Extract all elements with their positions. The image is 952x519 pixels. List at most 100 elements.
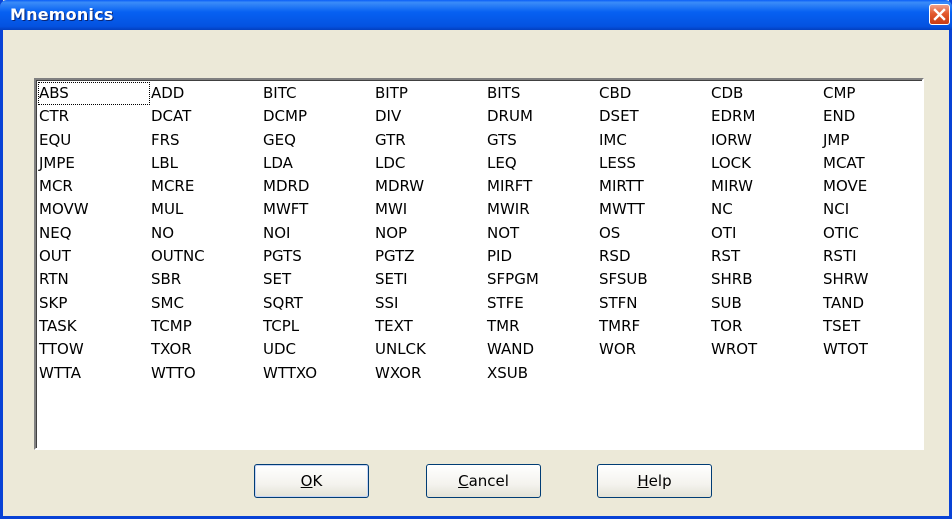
list-item[interactable]: MDRW — [374, 175, 486, 198]
list-item[interactable]: OTI — [710, 222, 822, 245]
list-item[interactable]: SSI — [374, 292, 486, 315]
list-item[interactable]: MCR — [38, 175, 150, 198]
list-item[interactable]: UNLCK — [374, 338, 486, 361]
list-item[interactable]: RSTI — [822, 245, 922, 268]
list-item[interactable]: DRUM — [486, 105, 598, 128]
list-item[interactable]: TOR — [710, 315, 822, 338]
list-item[interactable]: LBL — [150, 152, 262, 175]
list-item[interactable]: MCAT — [822, 152, 922, 175]
list-item[interactable]: MCRE — [150, 175, 262, 198]
list-item[interactable]: WTTXO — [262, 362, 374, 385]
list-item[interactable]: WAND — [486, 338, 598, 361]
list-item[interactable]: LOCK — [710, 152, 822, 175]
list-item[interactable]: NCI — [822, 198, 922, 221]
list-item[interactable]: MWTT — [598, 198, 710, 221]
list-item[interactable]: STFN — [598, 292, 710, 315]
list-item[interactable]: CTR — [38, 105, 150, 128]
list-item[interactable]: IORW — [710, 129, 822, 152]
list-item[interactable]: IMC — [598, 129, 710, 152]
list-item[interactable]: PGTS — [262, 245, 374, 268]
list-item[interactable]: SUB — [710, 292, 822, 315]
list-item[interactable]: WXOR — [374, 362, 486, 385]
list-item[interactable]: ABS — [38, 82, 150, 106]
list-item[interactable]: NO — [150, 222, 262, 245]
list-item[interactable]: OUT — [38, 245, 150, 268]
list-item[interactable]: MWFT — [262, 198, 374, 221]
list-item[interactable]: SKP — [38, 292, 150, 315]
list-item[interactable]: JMPE — [38, 152, 150, 175]
list-item[interactable]: SQRT — [262, 292, 374, 315]
list-item[interactable]: CDB — [710, 82, 822, 105]
list-item[interactable]: FRS — [150, 129, 262, 152]
list-item[interactable]: BITP — [374, 82, 486, 105]
list-item[interactable]: RST — [710, 245, 822, 268]
list-item[interactable]: WROT — [710, 338, 822, 361]
list-item[interactable]: SHRB — [710, 268, 822, 291]
list-item[interactable]: TCPL — [262, 315, 374, 338]
close-button[interactable] — [929, 4, 950, 25]
list-item[interactable]: NOP — [374, 222, 486, 245]
list-item[interactable]: MOVE — [822, 175, 922, 198]
list-item[interactable]: GTR — [374, 129, 486, 152]
list-item[interactable]: NOI — [262, 222, 374, 245]
list-item[interactable]: TASK — [38, 315, 150, 338]
list-item[interactable]: MOVW — [38, 198, 150, 221]
list-item[interactable]: SMC — [150, 292, 262, 315]
list-item[interactable]: OS — [598, 222, 710, 245]
list-item[interactable]: MUL — [150, 198, 262, 221]
list-item[interactable]: MIRW — [710, 175, 822, 198]
list-item[interactable]: CBD — [598, 82, 710, 105]
list-item[interactable]: CMP — [822, 82, 922, 105]
list-item[interactable]: STFE — [486, 292, 598, 315]
list-item[interactable]: PID — [486, 245, 598, 268]
list-item[interactable]: SHRW — [822, 268, 922, 291]
list-item[interactable]: TAND — [822, 292, 922, 315]
list-item[interactable]: WOR — [598, 338, 710, 361]
list-item[interactable]: GTS — [486, 129, 598, 152]
list-item[interactable]: TMRF — [598, 315, 710, 338]
title-bar[interactable]: Mnemonics — [0, 0, 952, 30]
list-item[interactable]: ADD — [150, 82, 262, 105]
list-item[interactable]: TEXT — [374, 315, 486, 338]
list-item[interactable]: OUTNC — [150, 245, 262, 268]
list-item[interactable]: RSD — [598, 245, 710, 268]
list-item[interactable]: WTTA — [38, 362, 150, 385]
list-item[interactable]: TSET — [822, 315, 922, 338]
list-item[interactable]: SFSUB — [598, 268, 710, 291]
list-item[interactable]: SETI — [374, 268, 486, 291]
list-item[interactable]: UDC — [262, 338, 374, 361]
list-item[interactable]: MIRTT — [598, 175, 710, 198]
list-item[interactable]: MWI — [374, 198, 486, 221]
list-item[interactable]: LDC — [374, 152, 486, 175]
list-item[interactable]: MWIR — [486, 198, 598, 221]
list-item[interactable]: LEQ — [486, 152, 598, 175]
list-item[interactable]: LESS — [598, 152, 710, 175]
list-item[interactable]: SET — [262, 268, 374, 291]
list-item[interactable]: BITC — [262, 82, 374, 105]
list-item[interactable]: DSET — [598, 105, 710, 128]
list-item[interactable]: BITS — [486, 82, 598, 105]
cancel-button[interactable]: Cancel — [426, 464, 541, 498]
list-item[interactable]: GEQ — [262, 129, 374, 152]
list-item[interactable]: EQU — [38, 129, 150, 152]
list-item[interactable]: TXOR — [150, 338, 262, 361]
list-item[interactable]: OTIC — [822, 222, 922, 245]
list-item[interactable]: LDA — [262, 152, 374, 175]
list-item[interactable]: TMR — [486, 315, 598, 338]
list-item[interactable]: WTOT — [822, 338, 922, 361]
list-item[interactable]: NEQ — [38, 222, 150, 245]
list-item[interactable]: JMP — [822, 129, 922, 152]
list-item[interactable]: NOT — [486, 222, 598, 245]
help-button[interactable]: Help — [597, 464, 712, 498]
list-item[interactable]: MDRD — [262, 175, 374, 198]
list-item[interactable]: EDRM — [710, 105, 822, 128]
list-item[interactable]: NC — [710, 198, 822, 221]
list-item[interactable]: DIV — [374, 105, 486, 128]
list-item[interactable]: SBR — [150, 268, 262, 291]
list-item[interactable]: RTN — [38, 268, 150, 291]
list-item[interactable]: TTOW — [38, 338, 150, 361]
list-item[interactable]: PGTZ — [374, 245, 486, 268]
list-item[interactable]: DCAT — [150, 105, 262, 128]
list-item[interactable]: XSUB — [486, 362, 598, 385]
list-item[interactable]: WTTO — [150, 362, 262, 385]
